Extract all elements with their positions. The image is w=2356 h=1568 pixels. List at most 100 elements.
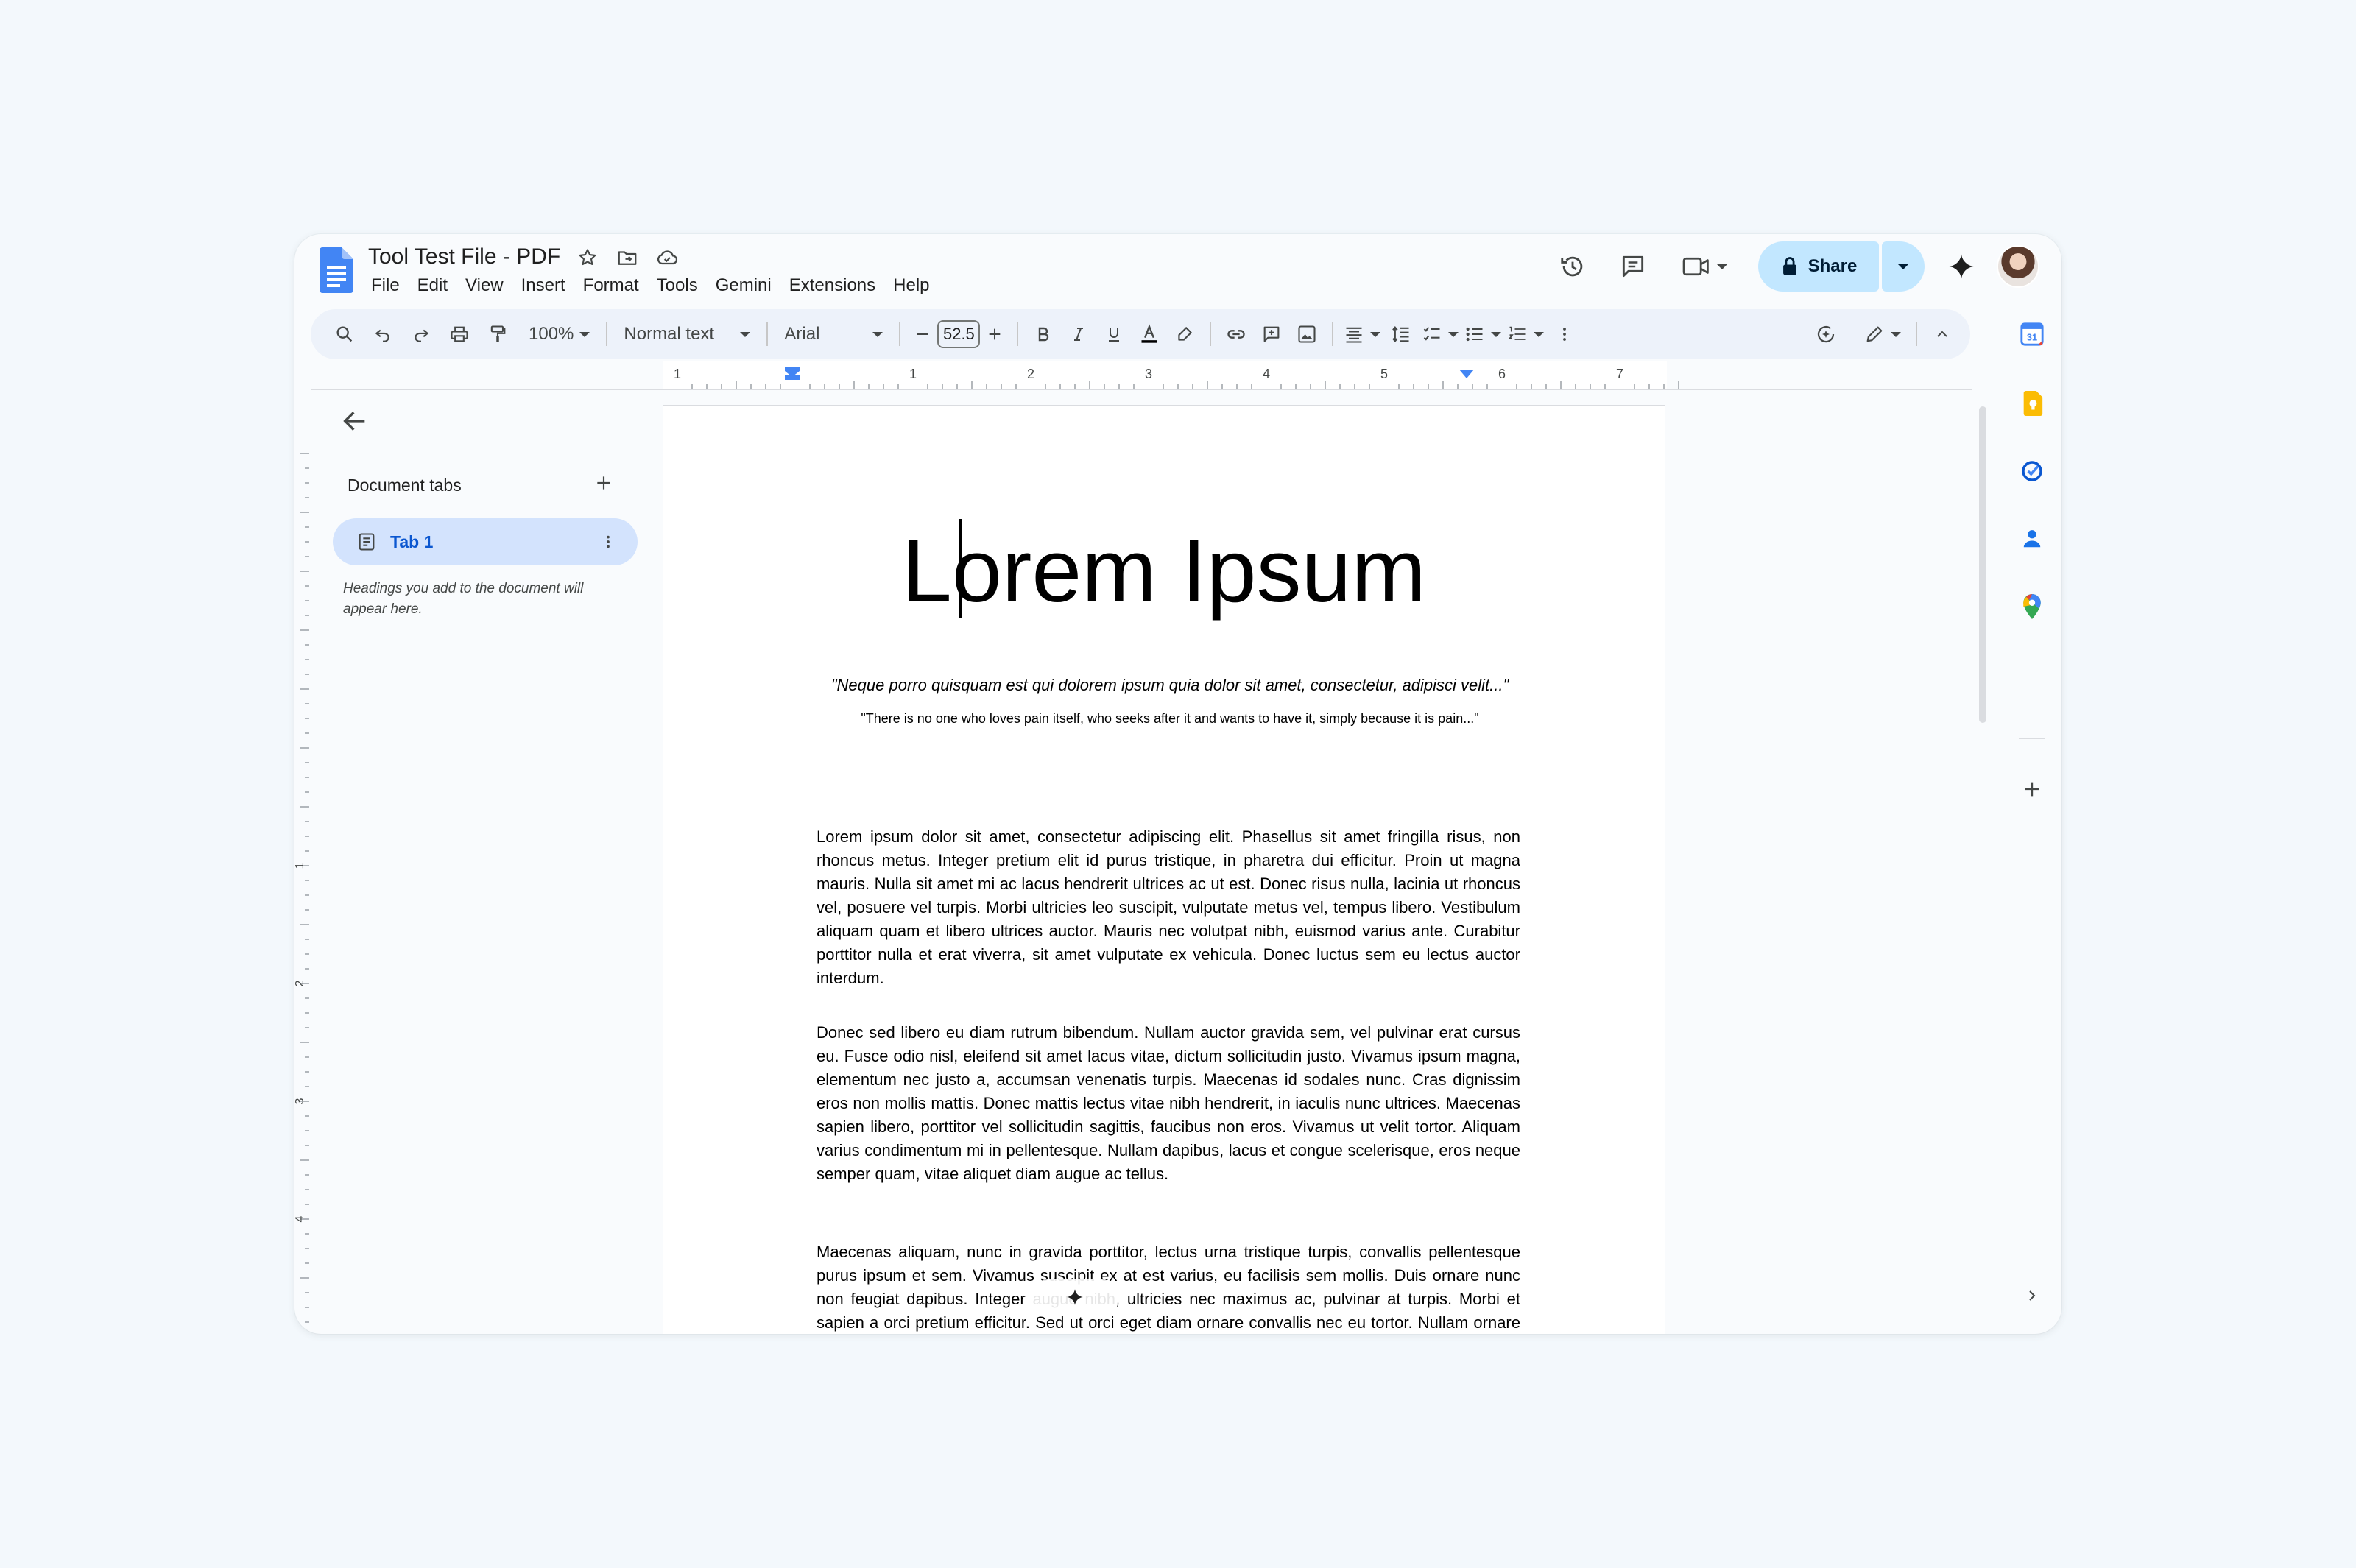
menu-bar: File Edit View Insert Format Tools Gemin… (362, 272, 939, 299)
zoom-select[interactable]: 100% (520, 324, 599, 345)
numbered-list-select[interactable] (1504, 324, 1547, 345)
keep-icon[interactable] (2014, 386, 2050, 421)
hide-menus-icon[interactable] (1925, 317, 1960, 352)
font-select[interactable]: Arial (775, 324, 892, 345)
document-title[interactable]: Tool Test File - PDF (368, 244, 560, 269)
add-comment-icon[interactable] (1254, 317, 1289, 352)
vertical-scrollbar[interactable] (1976, 392, 1988, 1334)
vertical-ruler[interactable]: 1 2 3 4 5 6 (294, 390, 311, 1334)
quote-plain: "There is no one who loves pain itself, … (861, 711, 1479, 726)
quote-italic: "Neque porro quisquam est qui dolorem ip… (830, 676, 1509, 694)
checklist-icon (1424, 327, 1440, 341)
zoom-value: 100% (529, 324, 574, 344)
formatting-toolbar: 100% Normal text Arial 52.5 (311, 309, 1970, 359)
align-select[interactable] (1341, 324, 1383, 345)
share-options-button[interactable] (1882, 241, 1925, 292)
outline-empty-note: Headings you add to the document will ap… (343, 581, 584, 617)
paragraph-1[interactable]: Lorem ipsum dolor sit amet, consectetur … (817, 825, 1520, 990)
tab-1[interactable]: Tab 1 (333, 518, 638, 565)
chevron-down-icon (1534, 331, 1545, 337)
text-color-icon[interactable] (1132, 317, 1167, 352)
chevron-down-icon (1370, 331, 1381, 337)
tasks-icon[interactable] (2014, 453, 2050, 489)
google-docs-logo-icon[interactable] (320, 247, 353, 293)
comments-icon[interactable] (1611, 244, 1655, 289)
highlight-color-icon[interactable] (1167, 317, 1202, 352)
bold-icon[interactable] (1026, 317, 1061, 352)
increase-font-size-icon[interactable] (980, 317, 1009, 352)
horizontal-ruler[interactable]: 1 1 2 3 4 5 6 7 (311, 361, 1972, 390)
side-panel: 31 (2004, 308, 2062, 1334)
editing-mode-select[interactable] (1857, 324, 1908, 345)
share-control: Share (1758, 241, 1925, 292)
more-options-icon[interactable] (1547, 317, 1582, 352)
toolbar-divider (606, 322, 608, 346)
search-menus-icon[interactable] (327, 317, 362, 352)
bulleted-list-select[interactable] (1461, 324, 1504, 345)
version-history-icon[interactable] (1551, 244, 1595, 289)
insert-link-icon[interactable] (1218, 317, 1254, 352)
gemini-float-button[interactable] (1031, 1279, 1119, 1315)
redo-icon[interactable] (403, 317, 439, 352)
chevron-down-icon (1898, 264, 1908, 269)
meet-icon[interactable] (1671, 244, 1738, 289)
bulleted-list-icon (1466, 327, 1483, 342)
add-icon[interactable] (2014, 771, 2050, 807)
font-size-input[interactable]: 52.5 (937, 320, 981, 348)
italic-icon[interactable] (1061, 317, 1096, 352)
insert-image-icon[interactable] (1289, 317, 1325, 352)
menu-view[interactable]: View (456, 272, 512, 299)
share-button[interactable]: Share (1758, 241, 1879, 292)
decrease-font-size-icon[interactable] (908, 317, 937, 352)
back-arrow-icon[interactable] (340, 406, 370, 436)
ruler-label: 5 (294, 1333, 306, 1334)
left-indent-marker[interactable] (785, 375, 800, 380)
chevron-down-icon (1448, 331, 1459, 337)
line-spacing-icon[interactable] (1383, 317, 1419, 352)
paragraph-style-select[interactable]: Normal text (615, 324, 759, 345)
smart-canvas-icon[interactable] (1808, 317, 1844, 352)
print-icon[interactable] (442, 317, 477, 352)
avatar[interactable] (1997, 245, 2039, 288)
underline-icon[interactable] (1096, 317, 1132, 352)
menu-tools[interactable]: Tools (648, 272, 707, 299)
contacts-icon[interactable] (2014, 521, 2050, 557)
undo-icon[interactable] (365, 317, 401, 352)
lock-icon (1782, 257, 1796, 275)
maps-icon[interactable] (2014, 589, 2050, 624)
menu-edit[interactable]: Edit (409, 272, 456, 299)
paint-format-icon[interactable] (480, 317, 515, 352)
pencil-icon (1866, 326, 1883, 342)
svg-text:31: 31 (2027, 332, 2037, 343)
menu-help[interactable]: Help (884, 272, 938, 299)
calendar-icon[interactable]: 31 (2014, 317, 2050, 352)
star-icon[interactable] (574, 244, 601, 271)
header-actions: Share (1551, 241, 2039, 292)
tab-more-options-icon[interactable] (595, 529, 621, 555)
scrollbar-thumb[interactable] (1979, 406, 1986, 723)
side-panel-divider (2019, 738, 2045, 739)
checklist-select[interactable] (1419, 324, 1461, 345)
quote-block[interactable]: "Neque porro quisquam est qui dolorem ip… (817, 669, 1523, 735)
share-label: Share (1807, 256, 1858, 276)
ruler-label: 7 (1616, 367, 1623, 381)
document-heading[interactable]: Lorem Ipsum (663, 519, 1665, 622)
add-tab-icon[interactable] (589, 468, 618, 498)
menu-insert[interactable]: Insert (512, 272, 574, 299)
menu-gemini[interactable]: Gemini (707, 272, 780, 299)
ruler-label: 1 (909, 367, 917, 381)
menu-file[interactable]: File (362, 272, 409, 299)
chevron-right-icon[interactable] (2014, 1278, 2050, 1313)
paragraph-3[interactable]: Maecenas aliquam, nunc in gravida portti… (817, 1240, 1520, 1334)
ruler-label: 4 (1263, 367, 1270, 381)
menu-extensions[interactable]: Extensions (780, 272, 884, 299)
menu-format[interactable]: Format (574, 272, 648, 299)
gemini-icon[interactable] (1939, 244, 1983, 289)
cloud-saved-icon[interactable] (654, 244, 680, 271)
toolbar-divider (1332, 322, 1334, 346)
move-to-folder-icon[interactable] (614, 244, 641, 271)
document-page[interactable]: Lorem Ipsum "Neque porro quisquam est qu… (663, 405, 1665, 1334)
toolbar-divider (1017, 322, 1019, 346)
paragraph-2[interactable]: Donec sed libero eu diam rutrum bibendum… (817, 1021, 1520, 1186)
ruler-label: 5 (1380, 367, 1388, 381)
